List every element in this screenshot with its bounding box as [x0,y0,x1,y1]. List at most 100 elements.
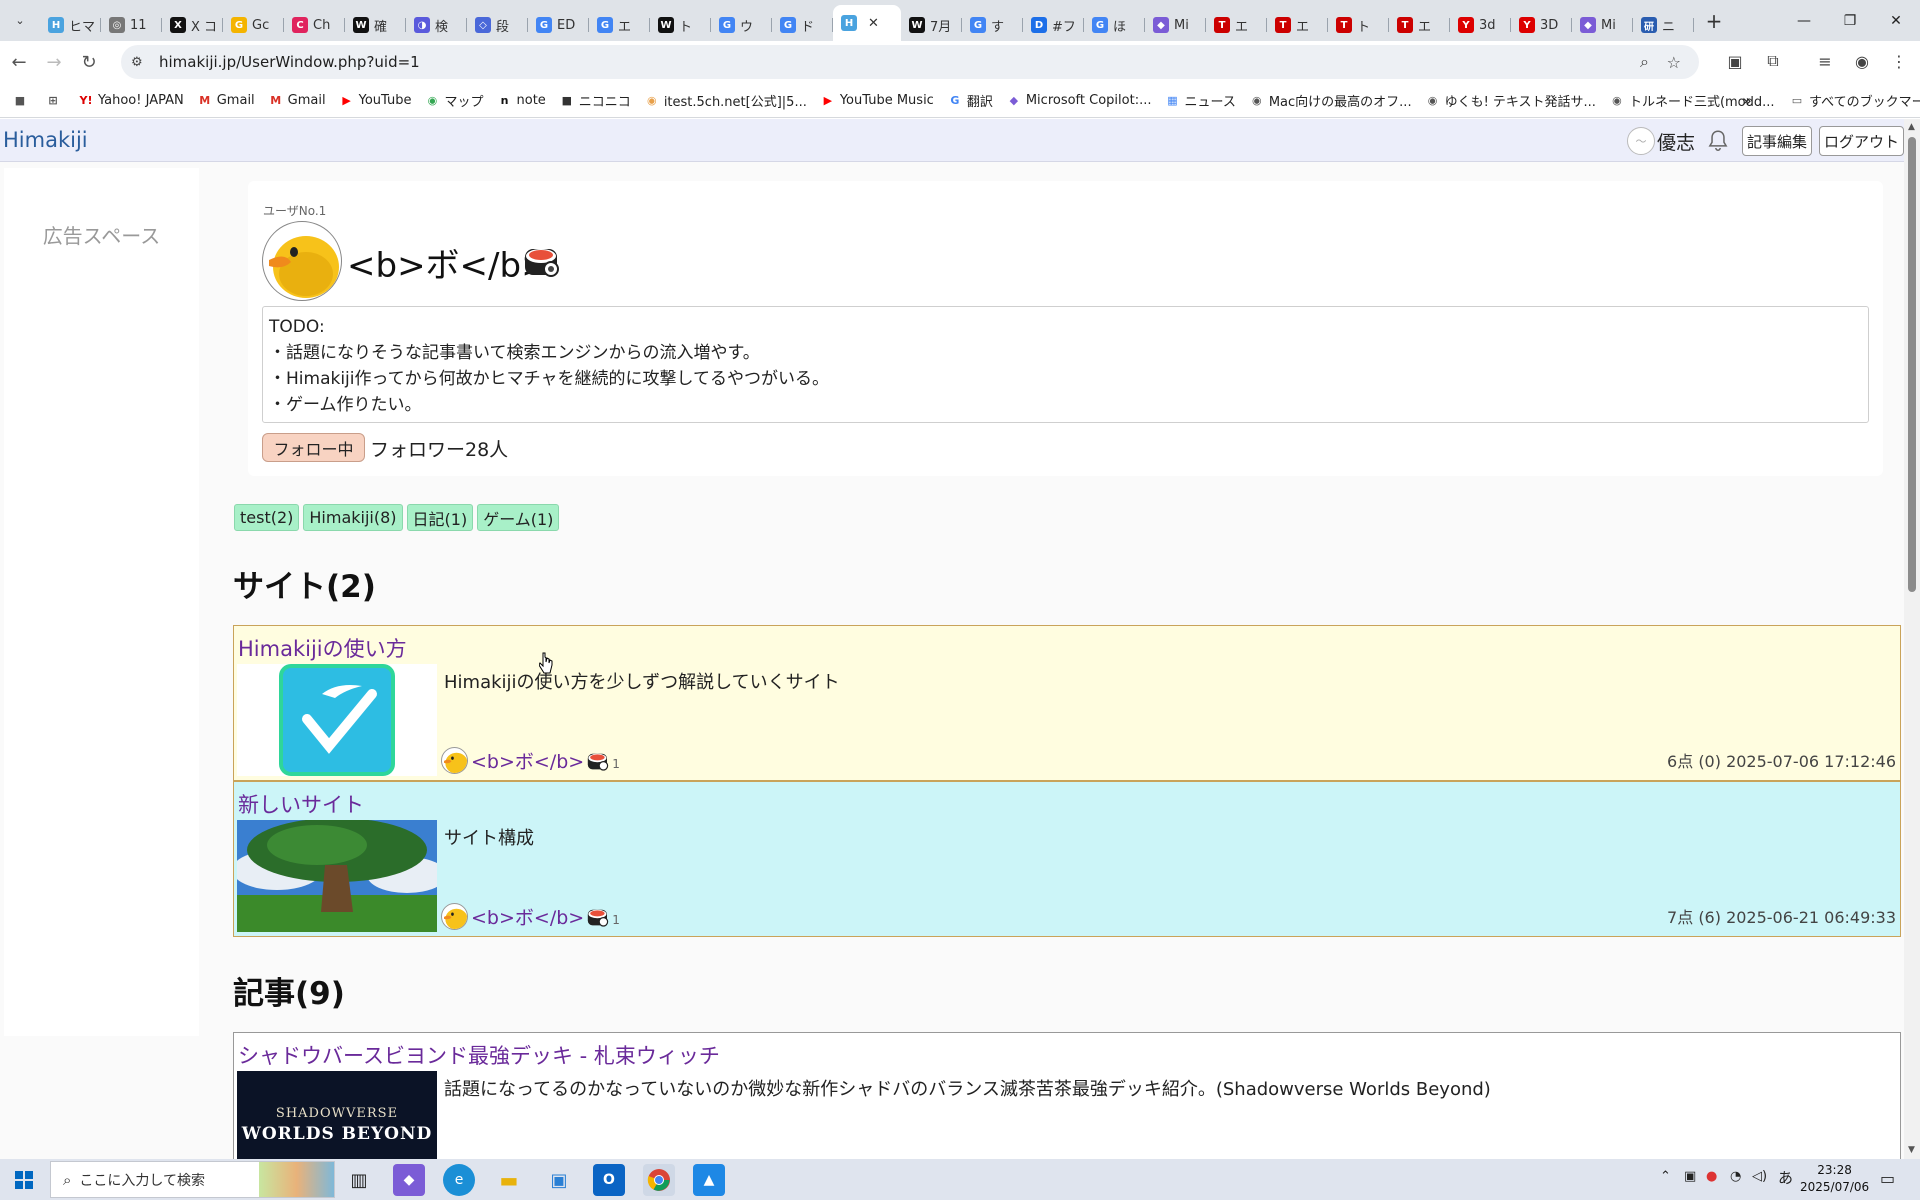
browser-tab[interactable]: Tエ [1206,9,1267,41]
address-bar[interactable]: ⚙ himakiji.jp/UserWindow.php?uid=1 ⌕ ☆ [121,45,1699,79]
scroll-thumb[interactable] [1908,137,1916,592]
browser-tab[interactable]: Y 3d [1450,9,1511,41]
site-author[interactable]: <b>ボ</b> 1 [441,903,620,930]
bookmark-item[interactable]: ▶ YouTube Music [821,91,934,110]
page-scrollbar[interactable]: ▲ ▼ [1904,119,1920,1159]
article-thumbnail[interactable]: SHADOWVERSE WORLDS BEYOND [237,1071,437,1159]
extensions-icon[interactable]: ⧉ [1758,46,1788,76]
reload-button[interactable]: ↻ [73,46,105,78]
photos-icon[interactable]: ▲ [693,1164,725,1196]
browser-tab[interactable]: XX コ [162,9,223,41]
new-tab-button[interactable]: + [1700,7,1728,35]
site-title[interactable]: 新しいサイト [238,789,364,819]
browser-tab[interactable]: G ED [528,9,589,41]
minimize-button[interactable]: — [1781,0,1827,41]
follow-button[interactable]: フォロー中 [262,433,365,462]
tab-search-dropdown[interactable]: ⌄ [6,7,34,35]
more-bookmarks-icon[interactable]: » [1742,91,1752,110]
bookmark-item[interactable]: Y! Yahoo! JAPAN [79,91,184,110]
site-author[interactable]: <b>ボ</b> 1 [441,747,620,774]
author-name[interactable]: <b>ボ</b> [471,747,584,774]
follower-count[interactable]: フォロワー28人 [370,435,508,462]
browser-tab[interactable]: W確 [345,9,406,41]
grid-icon[interactable]: ⊞ [46,93,65,107]
media-icon[interactable]: ▣ [1720,46,1750,76]
logout-button[interactable]: ログアウト [1819,126,1904,156]
network-icon[interactable]: ◔ [1730,1169,1741,1184]
reading-list-icon[interactable]: ≡ [1810,46,1840,76]
site-card[interactable]: Himakijiの使い方 Himakijiの使い方を少しずつ解説していくサイト … [233,625,1901,781]
file-explorer-icon[interactable]: ▬ [493,1164,525,1196]
tag-chip[interactable]: 日記(1) [406,504,474,531]
tray-chevron-icon[interactable]: ⌃ [1660,1169,1671,1184]
notifications-icon[interactable]: ▭ [1880,1169,1895,1188]
site-info-icon[interactable]: ⚙ [131,55,155,70]
clock[interactable]: 23:28 2025/07/06 [1800,1162,1869,1196]
scroll-down-icon[interactable]: ▼ [1908,1145,1915,1155]
article-title[interactable]: シャドウバースビヨンド最強デッキ - 札束ウィッチ [238,1040,720,1070]
browser-tab[interactable]: Y 3D [1511,9,1572,41]
chrome-icon[interactable] [643,1164,675,1196]
bookmark-item[interactable]: G 翻訳 [948,91,993,110]
header-avatar[interactable]: 〜 [1627,127,1655,155]
apps-icon[interactable]: ■ [13,93,32,107]
outlook-icon[interactable]: O [593,1164,625,1196]
bookmark-item[interactable]: M Gmail [269,91,325,110]
browser-tab[interactable]: Gす [962,9,1023,41]
site-title[interactable]: Himakijiの使い方 [238,633,407,663]
taskbar-search[interactable]: ⌕ ここに入力して検索 [50,1161,335,1198]
author-name[interactable]: <b>ボ</b> [471,903,584,930]
zoom-icon[interactable]: ⌕ [1640,45,1649,79]
edge-icon[interactable]: e [443,1164,475,1196]
site-card[interactable]: 新しいサイト サイト構成 <b>ボ</b> 1 7点 (6) 2025-06-2… [233,781,1901,937]
bell-icon[interactable] [1705,128,1731,154]
browser-tab[interactable]: Gほ [1084,9,1145,41]
site-logo[interactable]: Himakiji [3,128,88,152]
restore-button[interactable]: ❐ [1827,0,1873,41]
browser-tab[interactable]: D #フ [1023,9,1084,41]
browser-tab[interactable]: Gエ [589,9,650,41]
browser-tab[interactable]: W 7月 [901,9,962,41]
browser-tab[interactable]: ◎ 11 [101,9,162,41]
header-username[interactable]: 優志 [1657,128,1695,155]
tag-chip[interactable]: test(2) [234,504,300,531]
bookmark-item[interactable]: ▦ ニュース [1165,91,1236,110]
article-card[interactable]: シャドウバースビヨンド最強デッキ - 札束ウィッチ SHADOWVERSE WO… [233,1032,1901,1159]
url-text[interactable]: himakiji.jp/UserWindow.php?uid=1 [159,53,420,71]
menu-icon[interactable]: ⋮ [1884,46,1914,76]
browser-tab[interactable]: G Gc [223,9,284,41]
browser-tab[interactable]: Gウ [711,9,772,41]
tag-chip[interactable]: ゲーム(1) [477,504,560,531]
volume-icon[interactable]: ◁) [1752,1169,1767,1184]
bookmark-item[interactable]: ◉ マップ [425,91,484,110]
bookmark-item[interactable]: M Gmail [198,91,254,110]
task-view-icon[interactable]: ▥ [343,1164,375,1196]
browser-tab[interactable]: H ヒマ [40,9,101,41]
browser-tab[interactable]: ◆ Mi [1572,9,1633,41]
browser-tab[interactable]: C Ch [284,9,345,41]
bookmark-item[interactable]: ◉ Mac向けの最高のオフ... [1250,91,1412,110]
all-bookmarks[interactable]: ▭ すべてのブックマーク [1790,91,1920,110]
browser-tab[interactable]: ◇ 段 [467,9,528,41]
bookmark-star-icon[interactable]: ☆ [1667,45,1681,79]
browser-tab[interactable]: Tエ [1267,9,1328,41]
windows-start-icon[interactable] [0,1159,48,1200]
forward-button[interactable]: → [38,46,70,78]
tab-close-icon[interactable]: ✕ [868,16,879,31]
bookmark-item[interactable]: ◉ itest.5ch.net[公式]|5... [645,91,807,110]
bookmark-item[interactable]: n note [498,91,546,110]
bookmark-item[interactable]: ◆ Microsoft Copilot:... [1007,91,1152,110]
tag-chip[interactable]: Himakiji(8) [303,504,403,531]
browser-tab[interactable]: Gド [772,9,833,41]
tab-active[interactable]: H ✕ [833,5,901,41]
store-icon[interactable]: ▣ [543,1164,575,1196]
browser-tab[interactable]: Tエ [1389,9,1450,41]
back-button[interactable]: ← [3,46,35,78]
bookmark-item[interactable]: ◉ ゆくも! テキスト発話サ... [1426,91,1596,110]
close-window-button[interactable]: ✕ [1873,0,1919,41]
tray-security-icon[interactable]: ● [1706,1169,1717,1184]
profile-icon[interactable]: ◉ [1847,46,1877,76]
browser-tab[interactable]: ◆ Mi [1145,9,1206,41]
edit-article-button[interactable]: 記事編集 [1742,126,1813,156]
scroll-up-icon[interactable]: ▲ [1908,122,1915,132]
